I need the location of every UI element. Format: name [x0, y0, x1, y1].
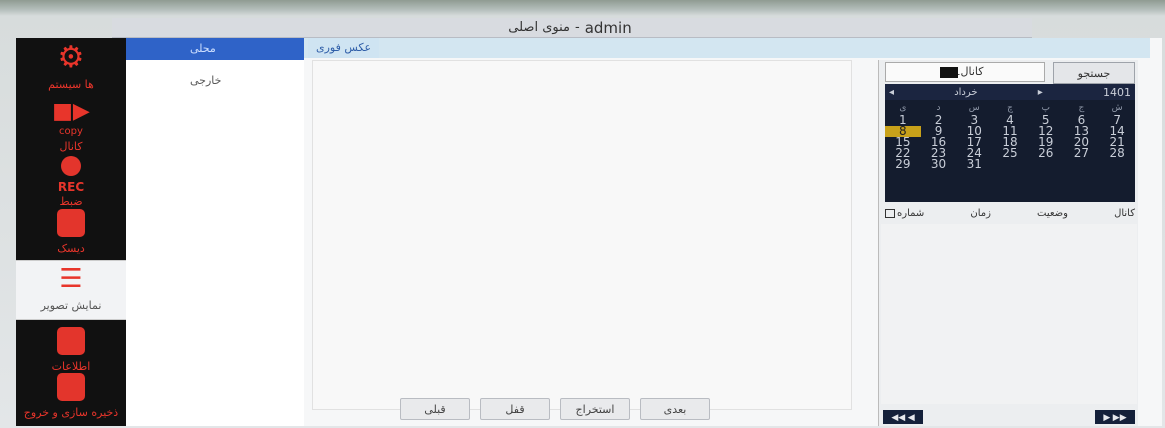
- col-time: زمان: [970, 208, 991, 219]
- weekday-label: د: [936, 103, 941, 113]
- chevron-left-icon[interactable]: ◂: [889, 87, 894, 98]
- sidebar-item-display[interactable]: ☰ نمایش تصویر: [16, 260, 126, 320]
- calendar-day[interactable]: 29: [885, 158, 921, 170]
- calendar-empty: [1099, 159, 1135, 170]
- record-list[interactable]: [881, 224, 1137, 404]
- search-row: 01کانال جستجو: [885, 62, 1135, 84]
- weekday-label: س: [968, 103, 980, 113]
- channel-color-swatch: [940, 67, 958, 78]
- calendar-day[interactable]: 28: [1099, 147, 1135, 159]
- sidebar-item-label: دیسک: [57, 242, 85, 255]
- camera-sub-text: copy: [59, 126, 83, 137]
- sidebar-item-system[interactable]: ⚙ ها سیستم: [16, 40, 126, 100]
- submenu-item-external[interactable]: خارجی: [126, 70, 304, 92]
- calendar-day[interactable]: 25: [992, 147, 1028, 159]
- calendar-days: 1 2 3 4 5 6 7 8 9 10 11 12 13 14 15 16 17 18 19 20 21 22 23 24 2…: [885, 114, 1135, 170]
- document-icon: ☰: [59, 264, 83, 294]
- col-status: وضعیت: [1037, 208, 1068, 219]
- select-all-checkbox[interactable]: [885, 208, 895, 218]
- next-button[interactable]: بعدی: [640, 398, 710, 420]
- screen-frame: منوی اصلی - admin ⚙ ها سیستم ■▶ copy کان…: [0, 0, 1165, 428]
- main-menu-sidebar: ⚙ ها سیستم ■▶ copy کانال REC ضبط دیسک ☰ …: [16, 38, 126, 426]
- record-list-header: شماره زمان وضعیت کانال: [885, 208, 1135, 222]
- tab-snapshot[interactable]: عکس فوری: [308, 38, 380, 58]
- first-page-button[interactable]: ◀◀ ◀: [883, 410, 923, 424]
- list-pager: ◀◀ ◀ ▶ ▶▶: [883, 410, 1135, 426]
- calendar-day[interactable]: 31: [956, 158, 992, 170]
- sidebar-item-record[interactable]: REC ضبط: [16, 150, 126, 210]
- weekday-label: پ: [1041, 103, 1050, 113]
- chevron-right-icon[interactable]: ▸: [1038, 87, 1043, 98]
- record-icon: [61, 156, 81, 176]
- submenu-panel: محلی خارجی: [126, 38, 304, 426]
- sidebar-item-save-exit[interactable]: ذخیره سازی و خروج: [16, 368, 126, 428]
- calendar-day[interactable]: 26: [1028, 147, 1064, 159]
- calendar-day[interactable]: 30: [921, 158, 957, 170]
- calendar-header: ◂ خرداد ▸ 1401: [885, 84, 1135, 100]
- window-title-text: منوی اصلی: [508, 20, 570, 35]
- calendar-empty: [1028, 159, 1064, 170]
- calendar-day[interactable]: 27: [1064, 147, 1100, 159]
- last-page-button[interactable]: ▶ ▶▶: [1095, 410, 1135, 424]
- channel-select[interactable]: 01کانال: [885, 62, 1045, 82]
- edit-icon: [57, 327, 85, 355]
- calendar: ◂ خرداد ▸ 1401 ی د س چ پ ج ش 1 2 3 4 5 6 7 8 9 10 11 12 13…: [885, 84, 1135, 202]
- weekday-label: چ: [1007, 103, 1013, 113]
- calendar-empty: [1064, 159, 1100, 170]
- sidebar-item-label: ذخیره سازی و خروج: [23, 406, 119, 419]
- lock-button[interactable]: قفل: [480, 398, 550, 420]
- sidebar-item-label: نمایش تصویر: [40, 299, 102, 312]
- search-panel: 01کانال جستجو ◂ خرداد ▸ 1401 ی د س چ پ ج ش 123…: [878, 60, 1138, 426]
- rec-text: REC: [57, 180, 85, 194]
- action-buttons: قبلی قفل استخراج بعدی: [400, 398, 710, 420]
- extract-button[interactable]: استخراج: [560, 398, 630, 420]
- image-preview-area: [312, 60, 852, 410]
- col-number[interactable]: شماره: [885, 208, 924, 222]
- tab-strip: عکس فوری: [304, 38, 1150, 58]
- prev-button[interactable]: قبلی: [400, 398, 470, 420]
- weekday-label: ج: [1078, 103, 1085, 113]
- calendar-year: 1401: [1102, 85, 1131, 99]
- sidebar-item-disk[interactable]: دیسک: [16, 204, 126, 264]
- gear-icon: ⚙: [57, 40, 85, 75]
- window-titlebar: منوی اصلی - admin: [112, 18, 1032, 38]
- title-separator: -: [575, 20, 580, 35]
- disk-icon: [57, 209, 85, 237]
- submenu-item-local[interactable]: محلی: [126, 38, 304, 60]
- col-channel: کانال: [1114, 208, 1135, 219]
- calendar-weekdays: یدسچپجش: [885, 103, 1135, 113]
- camera-icon: ■▶: [52, 99, 90, 124]
- calendar-month: خرداد: [954, 86, 978, 98]
- calendar-empty: [992, 159, 1028, 170]
- search-button[interactable]: جستجو: [1053, 62, 1135, 84]
- weekday-label: ش: [1111, 103, 1123, 113]
- window-user: admin: [584, 18, 632, 37]
- sidebar-item-label: ها سیستم: [48, 78, 94, 91]
- save-icon: [57, 373, 85, 401]
- weekday-label: ی: [899, 103, 907, 113]
